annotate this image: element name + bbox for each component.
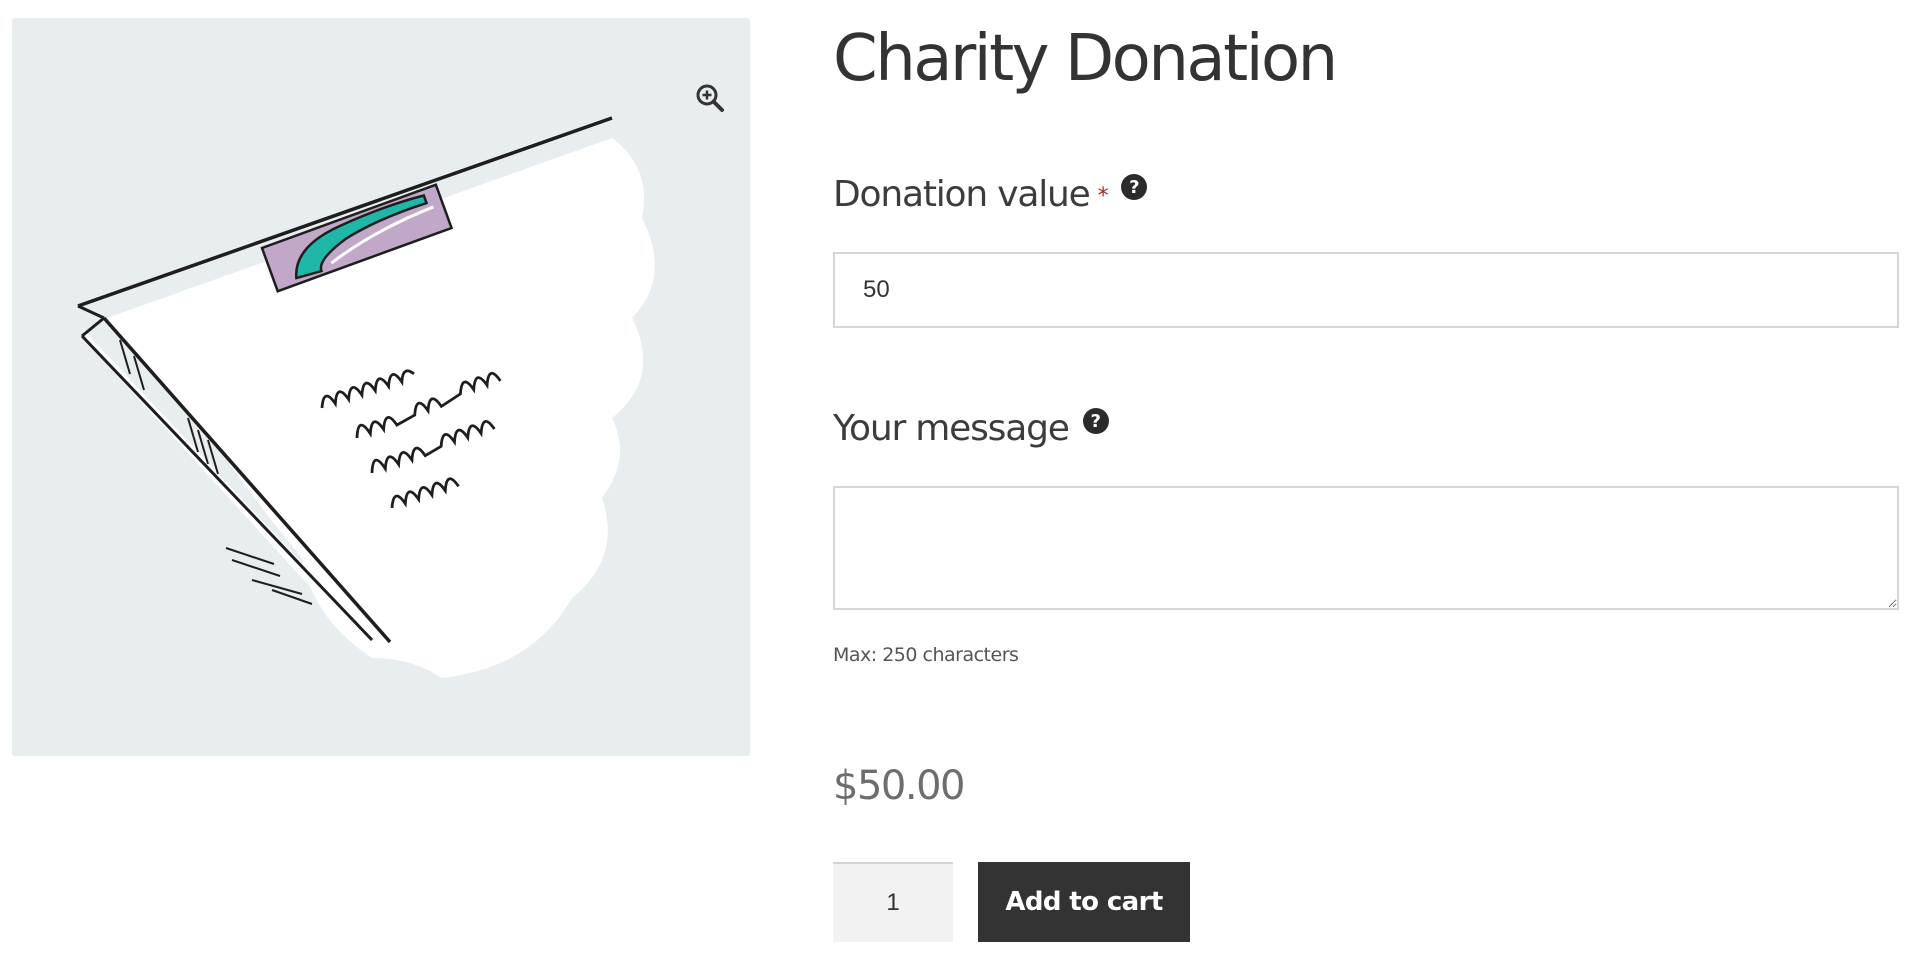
required-indicator: *: [1097, 184, 1109, 209]
donation-help-icon[interactable]: ?: [1121, 174, 1148, 200]
product-price: $50.00: [833, 763, 965, 809]
donation-value-input[interactable]: [833, 252, 1899, 328]
message-help-icon[interactable]: ?: [1082, 408, 1109, 434]
envelope-illustration: [77, 116, 655, 678]
add-to-cart-button[interactable]: Add to cart: [978, 862, 1190, 942]
message-textarea[interactable]: [833, 486, 1899, 610]
product-page: Charity Donation Donation value * ? Your…: [0, 0, 1920, 963]
quantity-input[interactable]: [833, 862, 953, 942]
donation-value-label: Donation value * ?: [833, 174, 1148, 215]
product-gallery: [12, 18, 750, 756]
zoom-button[interactable]: [678, 66, 742, 130]
donation-value-label-text: Donation value: [833, 174, 1091, 215]
your-message-label: Your message ?: [833, 408, 1109, 449]
zoom-in-icon: [696, 84, 724, 112]
product-title: Charity Donation: [833, 22, 1338, 96]
character-limit-hint: Max: 250 characters: [833, 644, 1019, 666]
your-message-label-text: Your message: [833, 408, 1070, 449]
